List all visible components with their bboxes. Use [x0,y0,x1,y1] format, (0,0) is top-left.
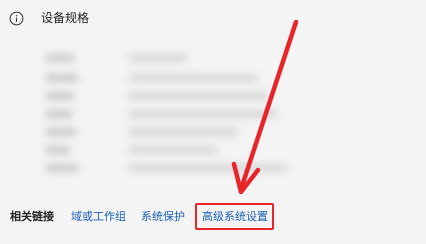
section-title: 设备规格 [41,11,90,25]
advanced-system-settings-link[interactable]: 高级系统设置 [202,210,268,224]
device-specs-header[interactable]: 设备规格 [0,0,426,40]
blurred-specs-list [0,38,426,188]
related-links-bar: 相关链接 域或工作组 系统保护 高级系统设置 [0,188,426,244]
system-about-page: 设备规格 相关链接 域或工作组 系统保护 高级系统设置 [0,0,426,244]
domain-or-workgroup-link[interactable]: 域或工作组 [71,210,126,224]
related-links-label: 相关链接 [10,210,54,223]
info-icon [9,11,24,26]
system-protection-link[interactable]: 系统保护 [141,210,185,224]
